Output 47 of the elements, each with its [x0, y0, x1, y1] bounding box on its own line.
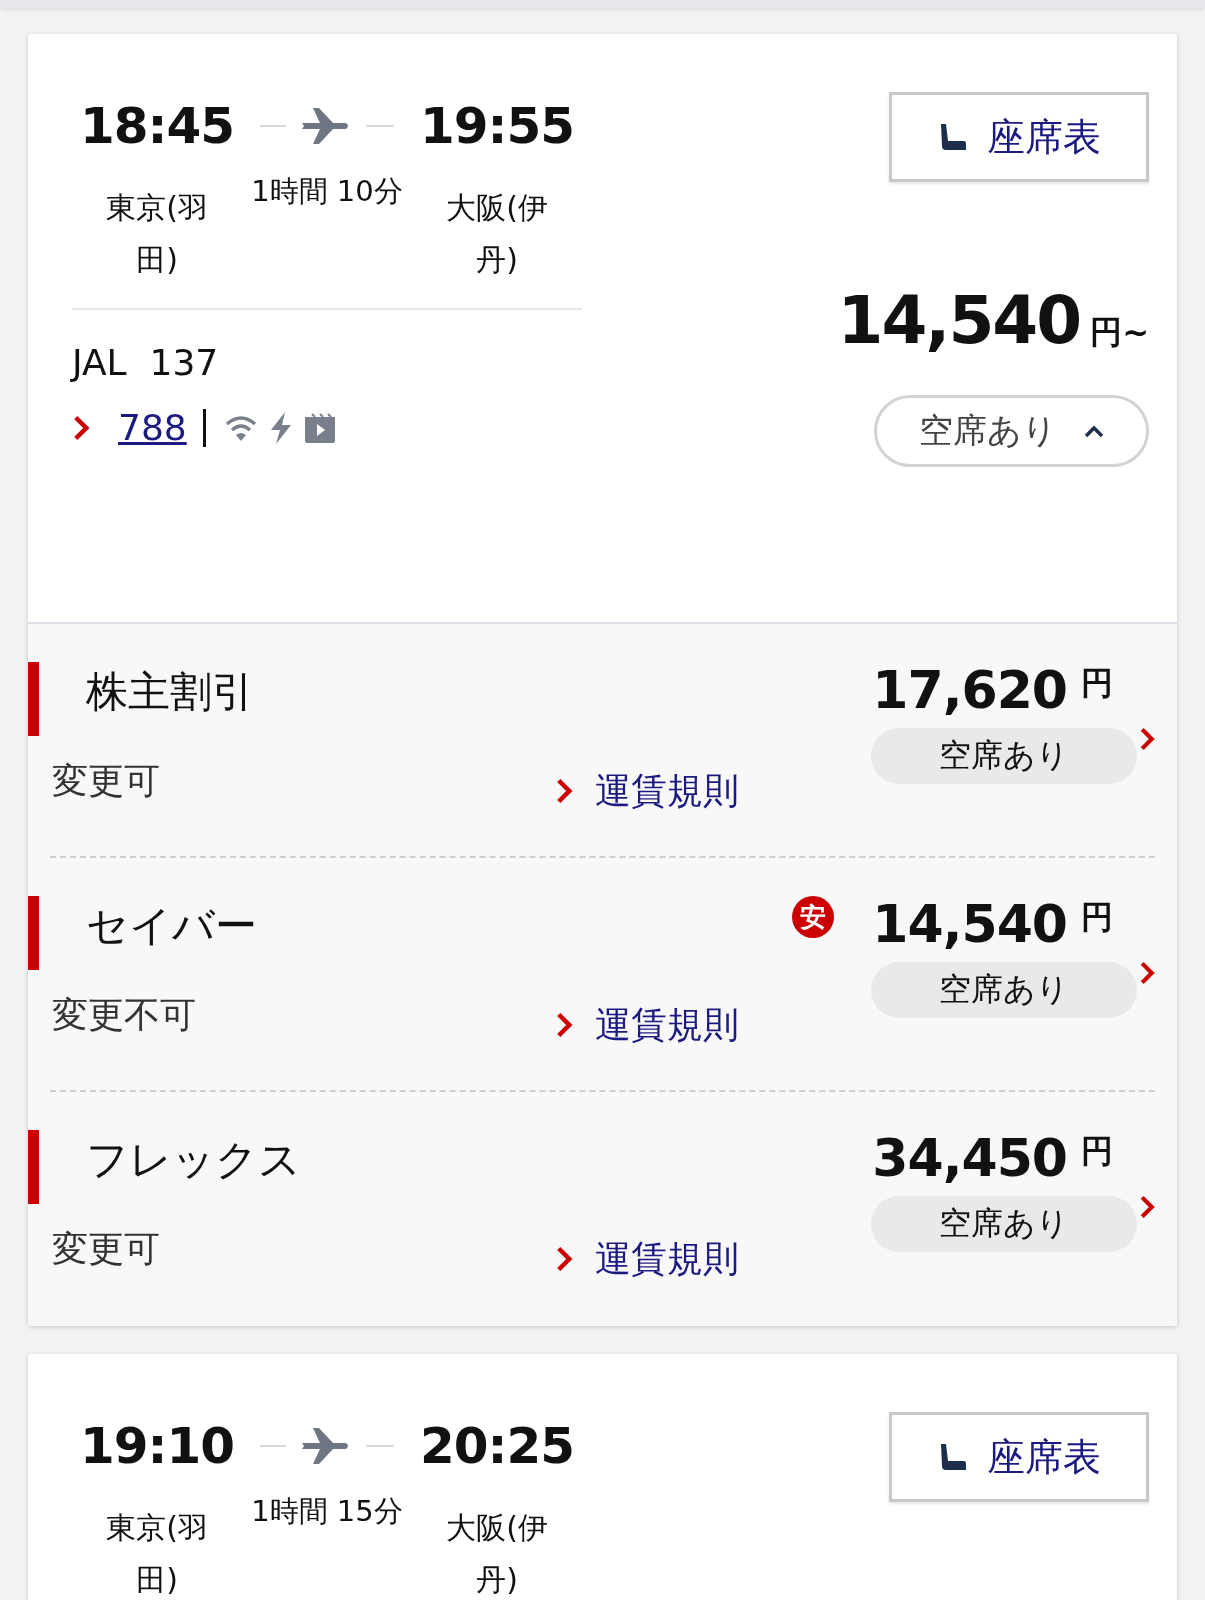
- departure-time: 19:10: [79, 1416, 235, 1477]
- availability-badge: 空席あり: [871, 1196, 1137, 1252]
- fare-rules-link[interactable]: 運賃規則: [594, 1234, 739, 1284]
- price-unit: 円: [1081, 897, 1113, 938]
- fare-name: セイバー: [85, 900, 258, 952]
- caret-up-icon: [1082, 424, 1105, 438]
- arrival-airport: 大阪(伊丹): [445, 189, 549, 279]
- chevron-icon: [1139, 960, 1155, 986]
- arrival-time: 19:55: [419, 96, 575, 157]
- departure-airport: 東京(羽田): [105, 189, 209, 279]
- price-unit: 円~: [1090, 312, 1149, 353]
- availability-badge: 空席あり: [871, 962, 1137, 1018]
- departure-airport: 東京(羽田): [105, 1509, 209, 1599]
- flight-duration: 1時間 15分: [251, 1493, 403, 1530]
- video-icon: [303, 412, 336, 443]
- aircraft-link[interactable]: 788: [100, 407, 189, 448]
- chevron-icon: [1139, 726, 1155, 752]
- flight-duration: 1時間 10分: [251, 173, 403, 210]
- fare-price: 17,620: [872, 660, 1067, 720]
- fare-row[interactable]: 株主割引 変更可 運賃規則 17,620 円 空席あり: [28, 624, 1155, 858]
- seat-map-button[interactable]: 座席表: [889, 92, 1149, 182]
- plane-icon: [260, 1426, 394, 1466]
- fare-rules-link[interactable]: 運賃規則: [594, 766, 739, 816]
- availability-toggle[interactable]: 空席あり: [874, 395, 1149, 467]
- flight-number: JAL 137: [72, 342, 220, 383]
- cheapest-badge: 安: [792, 896, 835, 938]
- fare-price: 14,540: [872, 894, 1067, 954]
- fare-name: 株主割引: [85, 666, 255, 718]
- lowest-price: 14,540: [837, 282, 1081, 359]
- fare-rules-link[interactable]: 運賃規則: [594, 1000, 739, 1050]
- chevron-icon: [1139, 1194, 1155, 1220]
- change-rule: 変更可: [51, 759, 161, 803]
- chevron-icon: [72, 413, 90, 442]
- change-rule: 変更不可: [51, 993, 197, 1037]
- arrival-airport: 大阪(伊丹): [445, 1509, 549, 1599]
- plane-icon: [260, 106, 394, 146]
- fare-row[interactable]: フレックス 変更可 運賃規則 34,450 円 空席あり: [28, 1092, 1155, 1326]
- price-unit: 円: [1081, 1131, 1113, 1172]
- departure-time: 18:45: [79, 96, 235, 157]
- price-unit: 円: [1081, 663, 1113, 704]
- fare-name: フレックス: [85, 1134, 302, 1186]
- seat-map-button[interactable]: 座席表: [889, 1412, 1149, 1502]
- fare-price: 34,450: [872, 1128, 1067, 1188]
- change-rule: 変更可: [51, 1227, 161, 1271]
- arrival-time: 20:25: [419, 1416, 575, 1477]
- availability-badge: 空席あり: [871, 728, 1137, 784]
- fare-row[interactable]: セイバー 変更不可 運賃規則 安 14,540 円 空席あり: [28, 858, 1155, 1092]
